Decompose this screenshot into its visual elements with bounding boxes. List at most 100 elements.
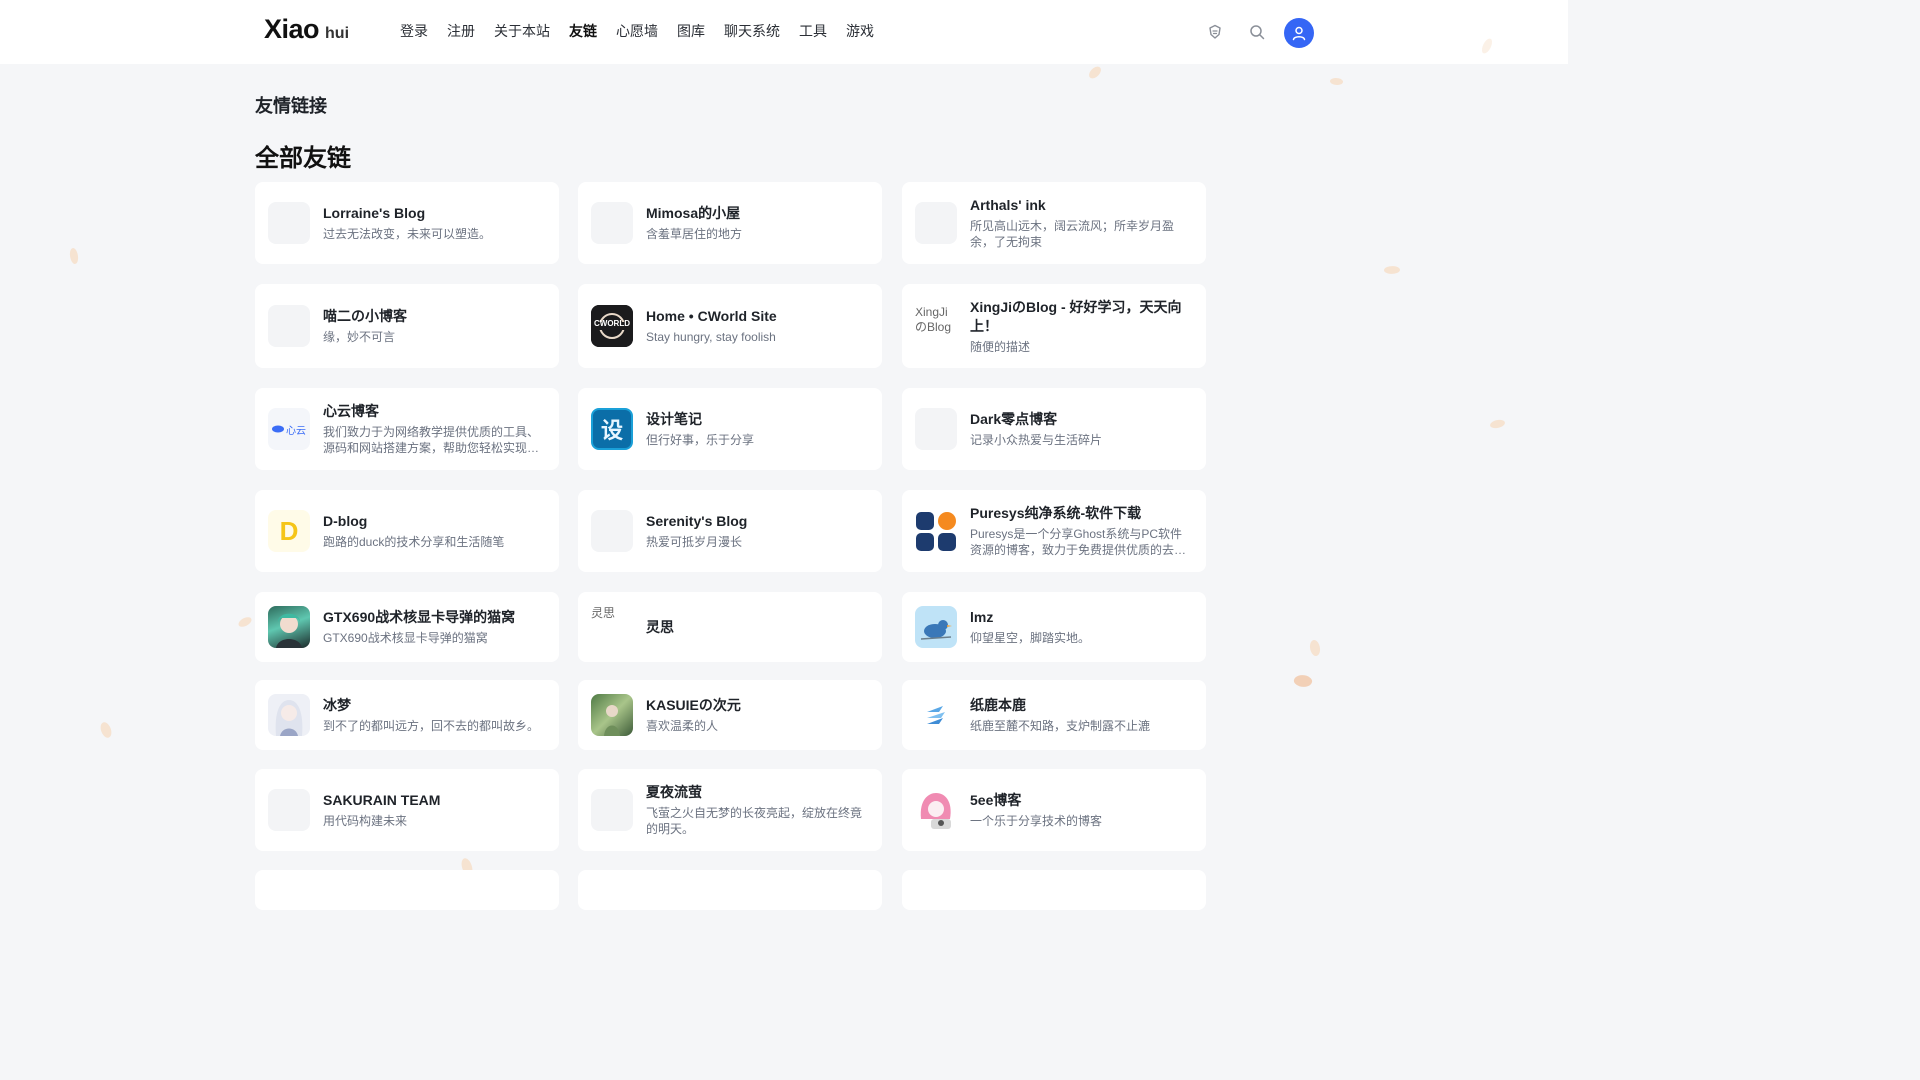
site-avatar (591, 789, 633, 831)
site-avatar (915, 202, 957, 244)
link-title: lmz (970, 609, 994, 625)
link-card-serenity[interactable]: Serenity's Blog 热爱可抵岁月漫长 (578, 490, 882, 572)
design-notes-logo-icon: 设 (591, 408, 633, 450)
link-title: 5ee博客 (970, 792, 1022, 808)
pink-hair-avatar-icon (915, 789, 957, 831)
link-title: 夏夜流萤 (646, 784, 702, 800)
link-description: 跑路的duck的技术分享和生活随笔 (323, 535, 505, 549)
link-description: 喜欢温柔的人 (646, 719, 719, 733)
link-description: 记录小众热爱与生活碎片 (970, 433, 1103, 447)
image-alt-text: XingJiのBlog (915, 305, 952, 334)
nav-wish-wall[interactable]: 心愿墙 (616, 21, 658, 41)
nav-games[interactable]: 游戏 (846, 21, 874, 41)
link-description: 缘，妙不可言 (323, 330, 396, 344)
link-card-zhilu[interactable]: 纸鹿本鹿 纸鹿至麓不知路，支炉制露不止漉 (902, 680, 1206, 750)
cworld-logo-icon: CWORLD (591, 305, 633, 347)
bird-avatar-icon (915, 606, 957, 648)
petal-decoration (1086, 64, 1104, 81)
link-description: 含羞草居住的地方 (646, 227, 743, 241)
theme-icon[interactable] (1205, 22, 1225, 42)
paper-deer-logo-icon (915, 694, 957, 736)
forest-avatar-icon (591, 694, 633, 736)
link-card-lingsi[interactable]: 灵思 灵思 (578, 592, 882, 662)
link-card-miaoer[interactable]: 喵二の小博客 缘，妙不可言 (255, 284, 559, 368)
link-description: 过去无法改变，未来可以塑造。 (323, 227, 492, 241)
link-title: 纸鹿本鹿 (970, 697, 1026, 713)
duck-logo-icon: D (268, 510, 310, 552)
link-description: 飞萤之火自无梦的长夜亮起，绽放在终竟的明天。 (646, 806, 863, 836)
nav-about[interactable]: 关于本站 (494, 21, 550, 41)
link-card-lorraine[interactable]: Lorraine's Blog 过去无法改变，未来可以塑造。 (255, 182, 559, 264)
link-description: 热爱可抵岁月漫长 (646, 535, 743, 549)
petal-decoration (68, 247, 80, 265)
link-title: KASUIEの次元 (646, 697, 741, 713)
link-title: 喵二の小博客 (323, 308, 407, 324)
main-nav: 登录 注册 关于本站 友链 心愿墙 图库 聊天系统 工具 游戏 (400, 21, 893, 41)
link-title: Mimosa的小屋 (646, 205, 741, 221)
link-card-kasuie[interactable]: KASUIEの次元 喜欢温柔的人 (578, 680, 882, 750)
link-card-dark-zero[interactable]: Dark零点博客记录小众热爱与生活碎片 (902, 388, 1206, 470)
link-card-lmz[interactable]: lmz 仰望星空，脚踏实地。 (902, 592, 1206, 662)
link-card-gtx690[interactable]: GTX690战术核显卡导弹的猫窝 GTX690战术核显卡导弹的猫窝 (255, 592, 559, 662)
link-description: 随便的描述 (970, 339, 1031, 354)
design-notes-logo-text: 设 (600, 418, 623, 443)
search-icon[interactable] (1247, 22, 1267, 42)
petal-decoration (1329, 76, 1344, 87)
link-card-partial[interactable] (578, 870, 882, 910)
xinyun-logo-icon: 心云 (268, 408, 310, 450)
link-description: 一个乐于分享技术的博客 (970, 814, 1103, 828)
link-card-sakurain[interactable]: SAKURAIN TEAM 用代码构建未来 (255, 769, 559, 851)
link-card-5ee[interactable]: 5ee博客一个乐于分享技术的博客 (902, 769, 1206, 851)
petal-decoration (1383, 265, 1401, 275)
link-card-puresys[interactable]: Puresys纯净系统-软件下载 Puresys是一个分享Ghost系统与PC软件… (902, 490, 1206, 572)
link-description: 到不了的都叫远方，回不去的都叫故乡。 (323, 719, 540, 733)
petal-decoration (1292, 672, 1314, 690)
link-card-dblog[interactable]: D D-blog 跑路的duck的技术分享和生活随笔 (255, 490, 559, 572)
link-card-design-notes[interactable]: 设 设计笔记但行好事，乐于分享 (578, 388, 882, 470)
site-logo[interactable]: Xiao hui (264, 14, 349, 45)
broken-image-icon: 灵思 (591, 606, 633, 648)
link-card-arthals[interactable]: Arthals' ink 所见高山远木，阔云流风；所幸岁月盈余，了无拘束 (902, 182, 1206, 264)
link-description: Puresys是一个分享Ghost系统与PC软件资源的博客，致力于免费提供优质的… (970, 527, 1187, 557)
link-title: Dark零点博客 (970, 411, 1058, 427)
link-description: 仰望星空，脚踏实地。 (970, 631, 1091, 645)
link-card-mimosa[interactable]: Mimosa的小屋 含羞草居住的地方 (578, 182, 882, 264)
link-card-bingmeng[interactable]: 冰梦到不了的都叫远方，回不去的都叫故乡。 (255, 680, 559, 750)
nav-login[interactable]: 登录 (400, 21, 428, 41)
nav-gallery[interactable]: 图库 (677, 21, 705, 41)
link-card-partial[interactable] (255, 870, 559, 910)
link-title: Home • CWorld Site (646, 308, 777, 324)
top-navbar: Xiao hui 登录 注册 关于本站 友链 心愿墙 图库 聊天系统 工具 游戏 (0, 0, 1568, 64)
link-card-partial[interactable] (902, 870, 1206, 910)
link-title: 设计笔记 (646, 411, 702, 427)
link-title: 冰梦 (323, 697, 351, 713)
site-avatar (591, 202, 633, 244)
xinyun-logo-text: 心云 (286, 425, 306, 437)
user-icon[interactable] (1284, 18, 1314, 48)
petal-decoration (97, 720, 115, 740)
link-description: Stay hungry, stay foolish (646, 330, 776, 344)
link-title: Lorraine's Blog (323, 205, 426, 221)
link-title: 灵思 (646, 618, 674, 635)
site-avatar (268, 202, 310, 244)
link-card-xingji[interactable]: XingJiのBlog XingJiのBlog - 好好学习，天天向上！ 随便的描… (902, 284, 1206, 368)
page-title: 全部友链 (255, 145, 351, 172)
site-avatar (268, 305, 310, 347)
link-card-cworld[interactable]: CWORLD Home • CWorld Site Stay hungry, st… (578, 284, 882, 368)
nav-chat[interactable]: 聊天系统 (724, 21, 780, 41)
link-description: 所见高山远木，阔云流风；所幸岁月盈余，了无拘束 (970, 219, 1175, 249)
link-card-xiaye[interactable]: 夏夜流萤飞萤之火自无梦的长夜亮起，绽放在终竟的明天。 (578, 769, 882, 851)
link-description: 用代码构建未来 (323, 814, 408, 828)
logo-sub-text: hui (325, 25, 350, 42)
nav-tools[interactable]: 工具 (799, 21, 827, 41)
link-title: Serenity's Blog (646, 513, 748, 529)
nav-friend-links[interactable]: 友链 (569, 21, 597, 41)
site-avatar (915, 408, 957, 450)
link-card-xinyun[interactable]: 心云 心云博客 我们致力于为网络教学提供优质的工具、源码和网站搭建方案，帮助您轻松… (255, 388, 559, 470)
link-title: GTX690战术核显卡导弹的猫窝 (323, 609, 516, 625)
link-description: 但行好事，乐于分享 (646, 433, 755, 447)
link-title: D-blog (323, 513, 368, 529)
link-title: SAKURAIN TEAM (323, 792, 441, 808)
site-avatar (268, 789, 310, 831)
nav-register[interactable]: 注册 (447, 21, 475, 41)
